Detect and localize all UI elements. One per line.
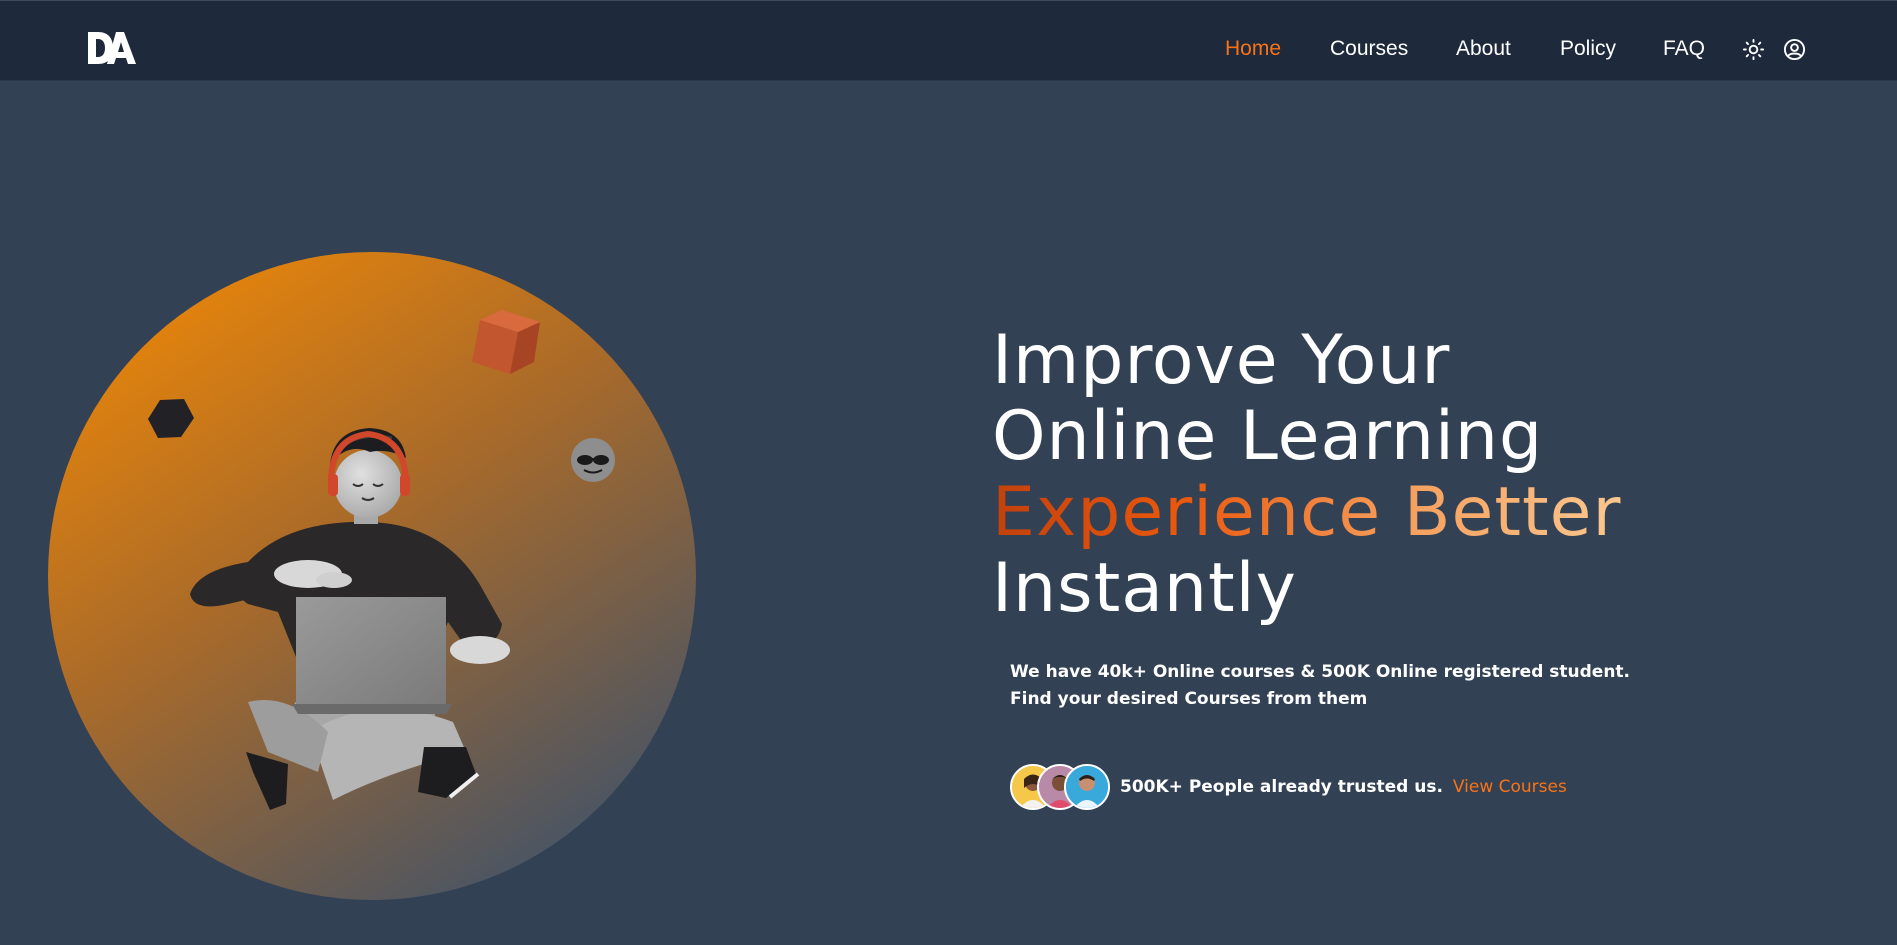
nav-link-about[interactable]: About (1456, 37, 1511, 61)
headline-line-4: Instantly (992, 549, 1297, 628)
avatar-group (1010, 764, 1110, 810)
avatar (1064, 764, 1110, 810)
headline-highlight: Experience Better (992, 473, 1622, 552)
hero-description: We have 40k+ Online courses & 500K Onlin… (1010, 662, 1631, 709)
headline-line-2: Online Learning (992, 397, 1544, 476)
user-circle-icon[interactable] (1783, 38, 1806, 61)
emoji-ball (571, 438, 615, 482)
logo-mark (88, 32, 136, 64)
headline-line-1: Improve Your (992, 321, 1451, 400)
hero-headline: Improve Your Online Learning Experience … (992, 323, 1621, 627)
top-navbar: Home Courses About Policy FAQ (0, 0, 1897, 81)
trust-row: 500K+ People already trusted us. View Co… (1010, 764, 1567, 810)
hero-illustration (48, 252, 696, 900)
view-courses-link[interactable]: View Courses (1453, 777, 1567, 797)
nav-link-home[interactable]: Home (1225, 37, 1281, 61)
trust-text: 500K+ People already trusted us. View Co… (1120, 777, 1567, 797)
nav-link-policy[interactable]: Policy (1560, 37, 1616, 61)
sun-icon[interactable] (1742, 38, 1765, 61)
logo[interactable] (86, 31, 138, 65)
trust-count-text: 500K+ People already trusted us. (1120, 777, 1443, 797)
nav-link-courses[interactable]: Courses (1330, 37, 1408, 61)
nav-link-faq[interactable]: FAQ (1663, 37, 1705, 61)
